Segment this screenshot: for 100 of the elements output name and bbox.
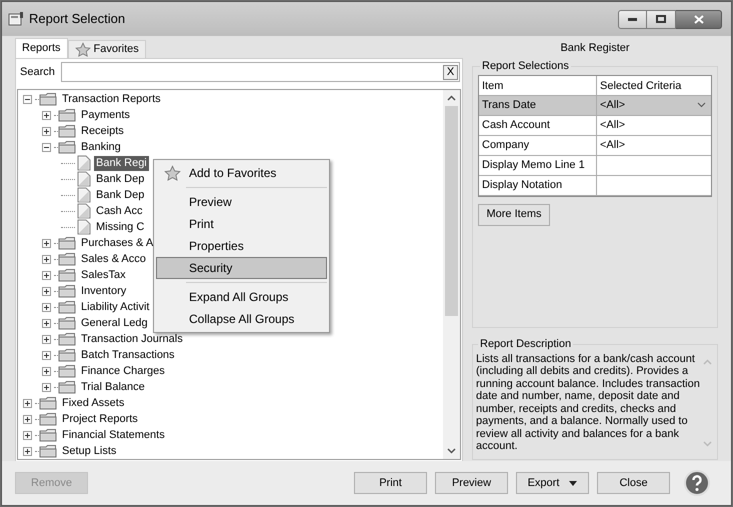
menu-item[interactable]: Add to Favorites (156, 162, 327, 184)
expand-toggle[interactable] (23, 446, 32, 456)
dialog-button[interactable]: Close (597, 472, 670, 494)
clear-search-button[interactable]: X (443, 64, 458, 80)
tree-item[interactable]: Bank Dep (94, 172, 146, 186)
scrollbar-thumb[interactable] (445, 106, 458, 316)
menu-item[interactable]: Print (156, 213, 327, 235)
table-row[interactable]: Display Memo Line 1 (479, 156, 711, 176)
collapse-toggle[interactable] (23, 94, 32, 104)
table-cell: Display Memo Line 1 (479, 156, 597, 174)
document-icon (77, 171, 91, 187)
folder-icon (39, 396, 57, 410)
table-row[interactable]: Cash Account <All> (479, 116, 711, 136)
collapse-toggle[interactable] (42, 142, 51, 152)
tree-item[interactable]: Financial Statements (60, 428, 167, 442)
table-cell: Cash Account (479, 116, 597, 134)
table-cell: Company (479, 136, 597, 154)
tree-item[interactable]: Batch Transactions (79, 348, 177, 362)
app-icon (8, 12, 24, 26)
tab[interactable]: Favorites (68, 40, 146, 58)
window-title: Report Selection (29, 10, 126, 28)
tree-item[interactable]: Setup Lists (60, 444, 118, 458)
dialog-button[interactable]: Preview (435, 472, 508, 494)
tree-item[interactable]: General Ledg (79, 316, 150, 330)
menu-item[interactable]: Expand All Groups (156, 286, 327, 308)
folder-icon (39, 428, 57, 442)
folder-icon (58, 284, 76, 298)
star-icon (164, 164, 180, 182)
menu-item[interactable]: Security (156, 257, 327, 279)
tree-item[interactable]: Trial Balance (79, 380, 147, 394)
help-icon[interactable] (684, 470, 710, 496)
expand-toggle[interactable] (23, 398, 32, 408)
scroll-down-icon (702, 440, 712, 446)
expand-toggle[interactable] (42, 350, 51, 360)
expand-toggle[interactable] (42, 110, 51, 120)
tree-item[interactable]: Liability Activit (79, 300, 152, 314)
expand-toggle[interactable] (42, 302, 51, 312)
report-title: Bank Register (559, 41, 631, 56)
close-icon (694, 14, 704, 24)
expand-toggle[interactable] (42, 334, 51, 344)
expand-toggle[interactable] (42, 254, 51, 264)
folder-icon (58, 140, 76, 154)
menu-item[interactable]: Properties (156, 235, 327, 257)
expand-toggle[interactable] (42, 366, 51, 376)
tree-item[interactable]: Bank Dep (94, 188, 146, 202)
tree-item[interactable]: Transaction Reports (60, 92, 163, 106)
folder-icon (58, 348, 76, 362)
tab[interactable]: Reports (15, 38, 68, 58)
tree-item[interactable]: Missing C (94, 220, 146, 234)
folder-icon (58, 316, 76, 330)
document-icon (77, 219, 91, 235)
dialog-button[interactable]: Print (354, 472, 427, 494)
dropdown-button[interactable]: Export (516, 472, 589, 494)
expand-toggle[interactable] (23, 430, 32, 440)
table-row[interactable]: Company <All> (479, 136, 711, 156)
folder-icon (39, 92, 57, 106)
tree-item[interactable]: Sales & Acco (79, 252, 148, 266)
expand-toggle[interactable] (42, 270, 51, 280)
minimize-button[interactable] (618, 10, 647, 28)
table-row[interactable]: Display Notation (479, 176, 711, 196)
tree-item[interactable]: Transaction Journals (79, 332, 185, 346)
document-icon (77, 155, 91, 171)
tree-item[interactable]: Receipts (79, 124, 126, 138)
table-row[interactable]: Trans Date <All> (479, 96, 711, 116)
group-title: Report Description (479, 337, 572, 352)
tree-item[interactable]: Finance Charges (79, 364, 167, 378)
tree-item[interactable]: SalesTax (79, 268, 128, 282)
menu-item[interactable]: Preview (156, 191, 327, 213)
document-icon (77, 187, 91, 203)
expand-toggle[interactable] (42, 382, 51, 392)
folder-icon (58, 332, 76, 346)
tree-item[interactable]: Payments (79, 108, 132, 122)
expand-toggle[interactable] (23, 414, 32, 424)
scrollbar[interactable] (443, 90, 460, 459)
tree-item[interactable]: Inventory (79, 284, 128, 298)
search-field[interactable]: X (60, 62, 460, 82)
tree-item[interactable]: Bank Regi (94, 156, 149, 170)
folder-icon (58, 364, 76, 378)
folder-icon (39, 444, 57, 458)
folder-icon (58, 268, 76, 282)
folder-icon (58, 300, 76, 314)
tree-item[interactable]: Project Reports (60, 412, 140, 426)
tree-item[interactable]: Banking (79, 140, 123, 154)
expand-toggle[interactable] (42, 238, 51, 248)
expand-toggle[interactable] (42, 286, 51, 296)
expand-toggle[interactable] (42, 126, 51, 136)
expand-toggle[interactable] (42, 318, 51, 328)
dropdown-icon[interactable] (697, 102, 706, 108)
column-header: Selected Criteria (599, 78, 682, 94)
maximize-button[interactable] (647, 10, 676, 28)
menu-item[interactable]: Collapse All Groups (156, 308, 327, 330)
close-window-button[interactable] (676, 10, 722, 28)
tree-item[interactable]: Cash Acc (94, 204, 144, 218)
search-label: Search (20, 64, 55, 80)
more-items-button[interactable]: More Items (478, 204, 550, 226)
tree-item[interactable]: Purchases & A (79, 236, 156, 250)
scroll-up-icon (447, 95, 456, 101)
tree-item[interactable]: Fixed Assets (60, 396, 126, 410)
folder-icon (58, 380, 76, 394)
table-cell-text: <All> (600, 98, 626, 113)
